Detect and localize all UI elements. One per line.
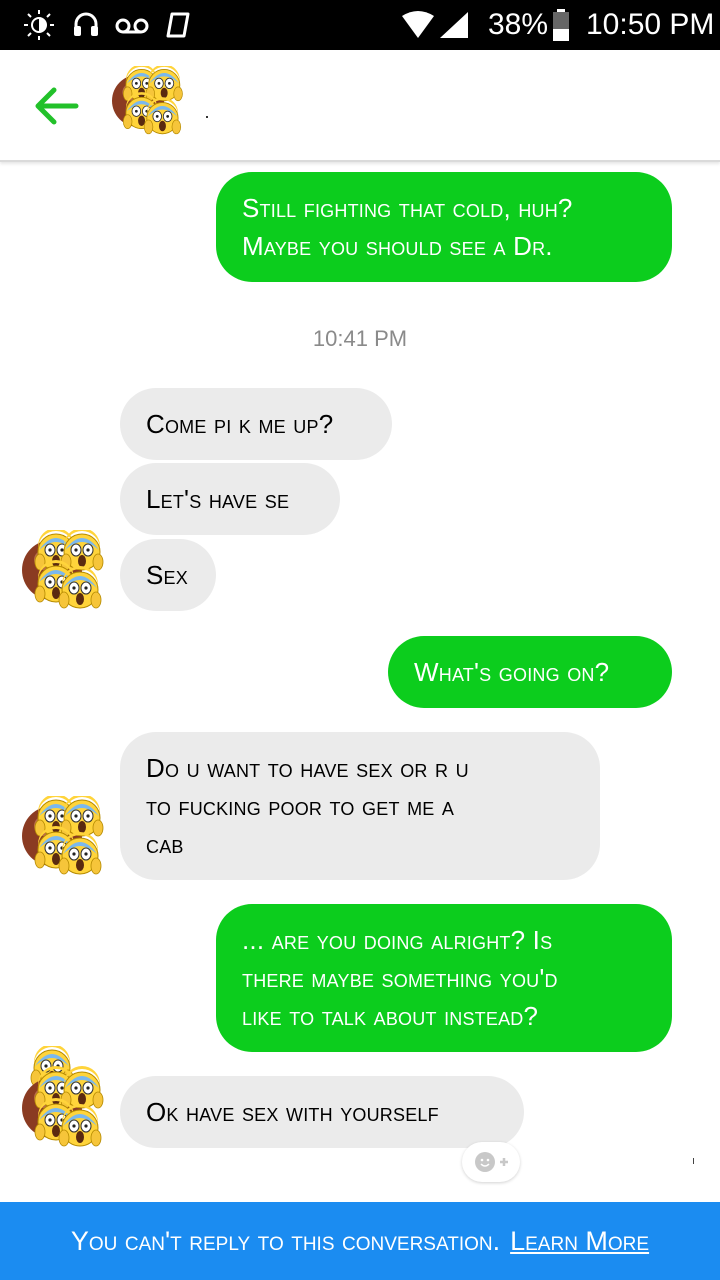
voicemail-icon (114, 10, 150, 40)
message-line: What's going on? (414, 657, 610, 687)
battery-percent: 38% (488, 8, 549, 41)
status-bar: 38% 10:50 PM (0, 0, 720, 50)
screaming-emoji-icon (22, 796, 114, 888)
clock: 10:50 PM (586, 8, 715, 41)
screaming-emoji-icon (22, 1043, 114, 1162)
message-line: Sex (146, 560, 188, 590)
screaming-emoji-icon (112, 66, 192, 146)
contact-avatar[interactable] (112, 66, 192, 146)
message-line: cab (146, 829, 184, 859)
outgoing-message[interactable]: What's going on? (388, 636, 672, 708)
sender-avatar[interactable] (22, 530, 114, 622)
screaming-emoji-icon (22, 530, 114, 622)
message-line: Still fighting that cold, huh? (242, 193, 573, 223)
message-line: Come pi k me up? (146, 409, 334, 439)
conversation-header (0, 50, 720, 162)
brightness-icon (22, 10, 56, 40)
incoming-message[interactable]: Come pi k me up? (120, 388, 392, 460)
message-line: Maybe you should see a Dr. (242, 231, 553, 261)
battery-icon (552, 9, 570, 41)
add-reaction-icon (475, 1152, 508, 1172)
back-arrow-icon (35, 87, 79, 125)
contact-name (206, 116, 208, 118)
add-reaction-button[interactable] (462, 1142, 520, 1182)
incoming-message[interactable]: Let's have se (120, 463, 340, 535)
signal-icon (436, 10, 470, 40)
notification-icon (164, 10, 192, 40)
sender-avatar[interactable] (22, 796, 114, 888)
message-line: Ok have sex with yourself (146, 1097, 439, 1127)
reply-disabled-banner: You can't reply to this conversation. Le… (0, 1202, 720, 1280)
back-button[interactable] (28, 82, 84, 130)
incoming-message[interactable]: Ok have sex with yourself (120, 1076, 524, 1148)
message-line: like to talk about instead? (242, 1001, 539, 1031)
message-line: Let's have se (146, 484, 290, 514)
outgoing-message[interactable]: Still fighting that cold, huh? Maybe you… (216, 172, 672, 282)
outgoing-message[interactable]: ... are you doing alright? Is there mayb… (216, 904, 672, 1052)
message-line: ... are you doing alright? Is (242, 925, 553, 955)
message-timestamp: 10:41 PM (312, 326, 408, 351)
incoming-message[interactable]: Do u want to have sex or r u to fucking … (120, 732, 600, 880)
headset-icon (72, 10, 100, 40)
learn-more-link[interactable]: Learn More (510, 1226, 649, 1257)
message-line: there maybe something you'd (242, 963, 558, 993)
seen-indicator (693, 1158, 694, 1164)
reply-disabled-notice: You can't reply to this conversation. (70, 1225, 501, 1256)
message-line: Do u want to have sex or r u (146, 753, 469, 783)
sender-avatar[interactable] (22, 1043, 114, 1162)
incoming-message[interactable]: Sex (120, 539, 216, 611)
message-line: to fucking poor to get me a (146, 791, 455, 821)
wifi-icon (400, 10, 436, 40)
